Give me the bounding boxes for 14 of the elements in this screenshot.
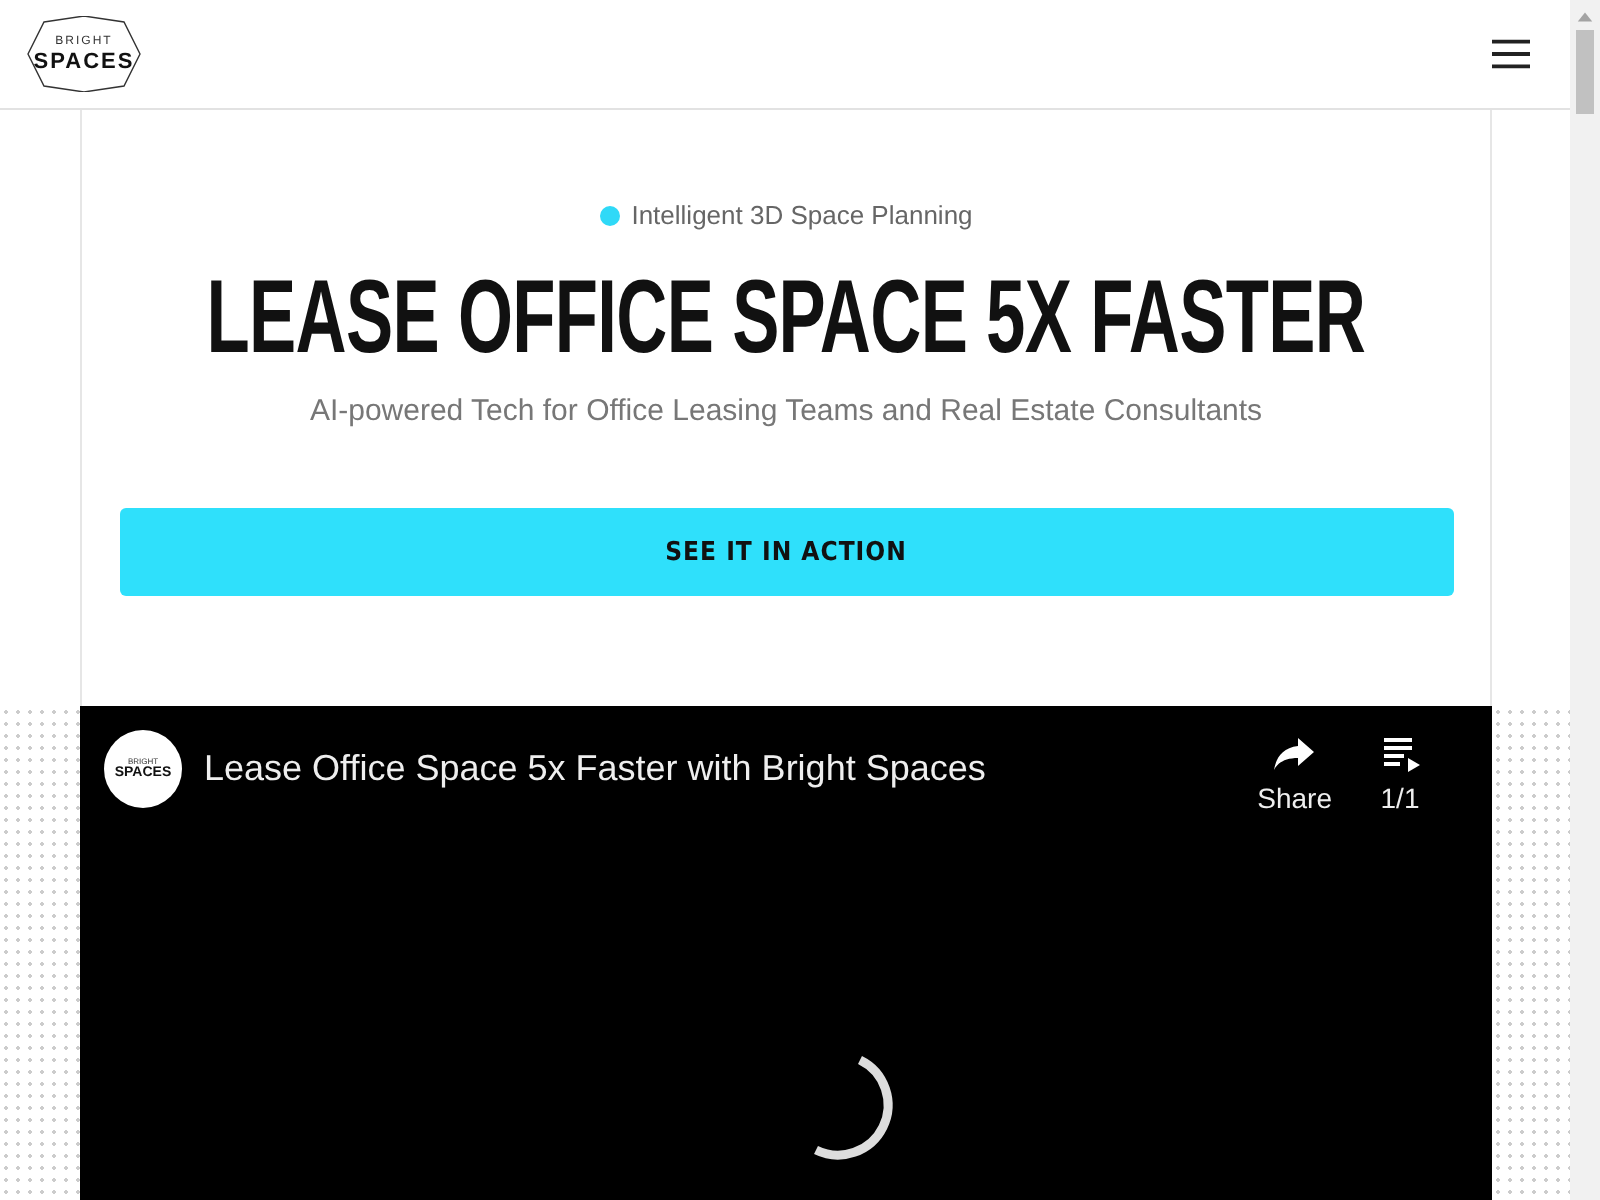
- scrollbar-thumb[interactable]: [1576, 30, 1594, 114]
- status-dot-icon: [599, 205, 620, 225]
- hero-subtitle: AI-powered Tech for Office Leasing Teams and Real Estate Consultants: [309, 394, 1263, 428]
- tagline: Intelligent 3D Space Planning: [631, 200, 973, 230]
- video-title[interactable]: Lease Office Space 5x Faster with Bright Spaces: [204, 748, 1258, 790]
- see-it-in-action-button[interactable]: SEE IT IN ACTION: [119, 508, 1453, 596]
- scroll-up-icon[interactable]: [1576, 10, 1594, 22]
- playlist-button[interactable]: 1/1: [1376, 734, 1424, 814]
- share-icon: [1270, 734, 1319, 774]
- share-button[interactable]: Share: [1257, 734, 1332, 814]
- scrollbar[interactable]: [1570, 0, 1600, 1200]
- hero-title: LEASE OFFICE SPACE 5X FASTER: [206, 262, 1366, 374]
- logo-text: SPACES: [33, 49, 135, 73]
- menu-icon[interactable]: [1492, 38, 1530, 70]
